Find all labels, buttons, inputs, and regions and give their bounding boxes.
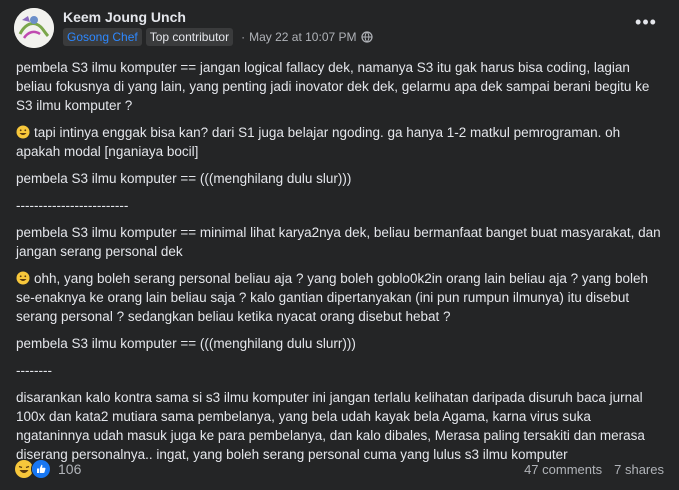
divider-text: ------------------------- [16, 198, 129, 213]
post-header: Keem Joung Unch Gosong Chef Top contribu… [0, 0, 679, 58]
post-paragraph: pembela S3 ilmu komputer == minimal liha… [16, 225, 665, 259]
post-paragraph: tapi intinya enggak bisa kan? dari S1 ju… [16, 123, 666, 161]
reaction-count: 106 [58, 461, 82, 477]
shares-count-link[interactable]: 7 shares [614, 462, 664, 477]
post-meta: Gosong Chef Top contributor · May 22 at … [63, 28, 373, 46]
badge-gosong-chef[interactable]: Gosong Chef [63, 28, 142, 46]
divider-text: -------- [16, 363, 52, 378]
meta-separator: · [241, 30, 246, 44]
reactions-summary[interactable]: 106 [14, 459, 81, 479]
post-paragraph: pembela S3 ilmu komputer == (((menghilan… [16, 171, 352, 186]
comments-count-link[interactable]: 47 comments [524, 462, 602, 477]
like-reaction-icon [31, 459, 51, 479]
author-avatar[interactable] [14, 8, 54, 48]
grinning-emoji-icon [16, 125, 30, 139]
more-options-button[interactable]: ••• [631, 12, 661, 36]
author-name[interactable]: Keem Joung Unch [63, 9, 186, 25]
badge-top-contributor[interactable]: Top contributor [145, 28, 234, 46]
post-footer: 106 47 comments 7 shares [14, 458, 664, 480]
post-paragraph: disarankan kalo kontra sama si s3 ilmu k… [16, 390, 649, 462]
post-paragraph: pembela S3 ilmu komputer == (((menghilan… [16, 336, 356, 351]
globe-icon [360, 31, 373, 43]
grinning-emoji-icon [16, 271, 30, 285]
post-timestamp[interactable]: May 22 at 10:07 PM [249, 30, 356, 44]
paragraph-text: ohh, yang boleh serang personal beliau a… [16, 271, 652, 324]
paragraph-text: tapi intinya enggak bisa kan? dari S1 ju… [16, 125, 624, 159]
post-body: pembela S3 ilmu komputer == jangan logic… [16, 58, 666, 472]
post-paragraph: pembela S3 ilmu komputer == jangan logic… [16, 60, 654, 113]
post-paragraph: ohh, yang boleh serang personal beliau a… [16, 269, 666, 326]
